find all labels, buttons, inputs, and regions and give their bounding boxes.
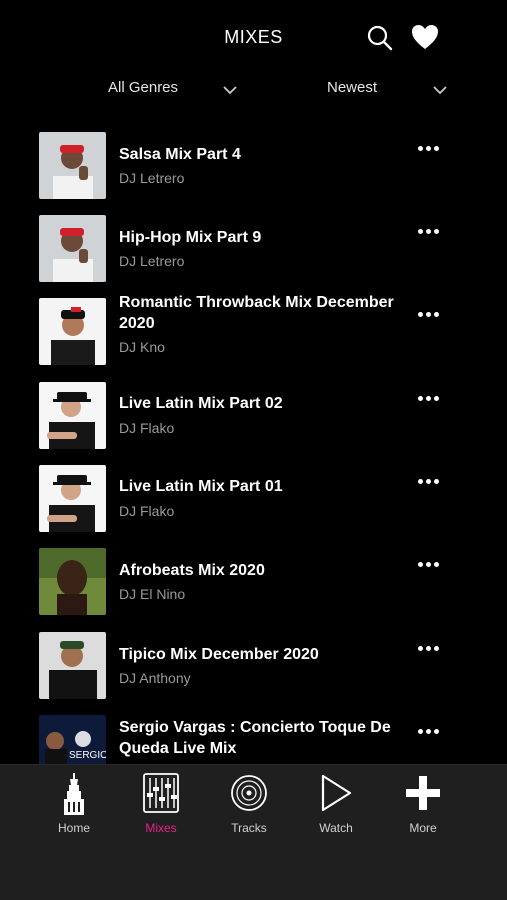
mix-title: Sergio Vargas : Concierto Toque De Queda… xyxy=(119,719,391,757)
dj-name: DJ Letrero xyxy=(119,170,185,186)
more-options-icon[interactable] xyxy=(418,312,440,320)
mix-list: Salsa Mix Part 4 DJ Letrero Hip-Hop Mix … xyxy=(0,124,507,764)
dj-name: DJ El Nino xyxy=(119,586,186,602)
dj-name: DJ Kno xyxy=(119,339,165,355)
tab-tracks[interactable]: Tracks xyxy=(214,773,284,835)
tab-watch[interactable]: Watch xyxy=(301,773,371,835)
list-item[interactable]: SERGIO Sergio Vargas : Concierto Toque D… xyxy=(0,707,507,764)
more-options-icon[interactable] xyxy=(418,562,440,570)
tab-home[interactable]: Home xyxy=(39,773,109,835)
list-item[interactable]: Live Latin Mix Part 02 DJ Flako xyxy=(0,374,507,457)
plus-icon xyxy=(406,776,440,810)
dj-name: DJ Anthony xyxy=(119,670,191,686)
dj-anthony-photo xyxy=(39,632,106,699)
more-options-icon[interactable] xyxy=(418,146,440,154)
tab-more[interactable]: More xyxy=(388,773,458,835)
search-icon[interactable] xyxy=(366,24,394,52)
dj-name: DJ Flako xyxy=(119,503,175,519)
list-item[interactable]: Live Latin Mix Part 01 DJ Flako xyxy=(0,457,507,540)
list-item[interactable]: Hip-Hop Mix Part 9 DJ Letrero xyxy=(0,207,507,290)
dj-letrero-photo xyxy=(39,132,106,199)
thumb-caption: SERGIO xyxy=(69,750,106,761)
list-item[interactable]: Romantic Throwback Mix December 2020 DJ … xyxy=(0,290,507,373)
dj-el-nino-photo xyxy=(39,548,106,615)
dj-letrero-photo xyxy=(39,215,106,282)
list-item[interactable]: Salsa Mix Part 4 DJ Letrero xyxy=(0,124,507,207)
list-item[interactable]: Afrobeats Mix 2020 DJ El Nino xyxy=(0,540,507,623)
tab-label: Home xyxy=(57,821,90,835)
vinyl-icon xyxy=(231,775,267,811)
tab-label: Watch xyxy=(319,821,353,835)
chevron-down-icon[interactable] xyxy=(432,82,448,95)
heart-icon[interactable] xyxy=(410,23,438,51)
mix-title: Tipico Mix December 2020 xyxy=(119,646,319,663)
tab-mixes[interactable]: Mixes xyxy=(126,773,196,835)
dj-flako-photo xyxy=(39,382,106,449)
tab-bar: Home Mixes Tracks Watch More xyxy=(0,764,507,900)
play-icon xyxy=(321,774,352,812)
mix-title: Live Latin Mix Part 01 xyxy=(119,478,283,495)
filter-bar: All Genres Newest xyxy=(0,76,507,102)
more-options-icon[interactable] xyxy=(418,396,440,404)
header: MIXES xyxy=(0,0,507,76)
building-icon xyxy=(64,773,84,815)
mixer-icon xyxy=(143,773,179,813)
list-item[interactable]: Tipico Mix December 2020 DJ Anthony xyxy=(0,624,507,707)
mix-title: Romantic Throwback Mix December 2020 xyxy=(119,294,394,332)
tab-label: Mixes xyxy=(145,821,177,835)
dj-name: DJ Letrero xyxy=(119,253,185,269)
mix-title: Hip-Hop Mix Part 9 xyxy=(119,229,262,246)
chevron-down-icon[interactable] xyxy=(222,82,238,95)
mix-title: Live Latin Mix Part 02 xyxy=(119,395,283,412)
sort-filter[interactable]: Newest xyxy=(327,79,377,96)
genre-filter[interactable]: All Genres xyxy=(108,79,178,96)
more-options-icon[interactable] xyxy=(418,729,440,737)
dj-name: DJ Flako xyxy=(119,420,175,436)
mix-title: Afrobeats Mix 2020 xyxy=(119,562,265,579)
dj-kno-photo xyxy=(39,298,106,365)
mix-title: Salsa Mix Part 4 xyxy=(119,146,241,163)
tab-label: Tracks xyxy=(231,821,267,835)
more-options-icon[interactable] xyxy=(418,229,440,237)
more-options-icon[interactable] xyxy=(418,479,440,487)
tab-label: More xyxy=(409,821,437,835)
dj-flako-photo xyxy=(39,465,106,532)
sergio-vargas-photo: SERGIO xyxy=(39,715,106,764)
more-options-icon[interactable] xyxy=(418,646,440,654)
